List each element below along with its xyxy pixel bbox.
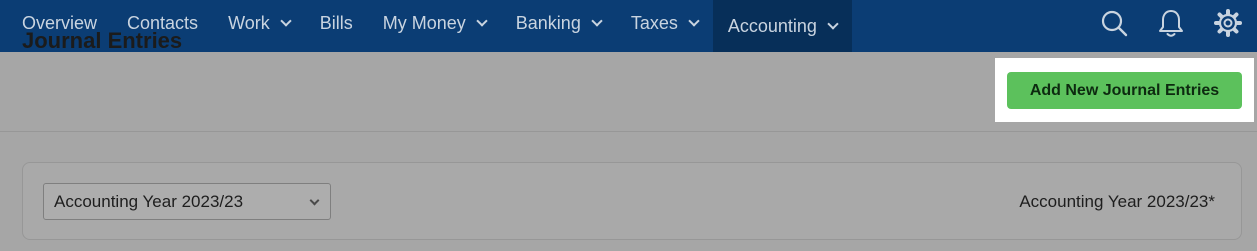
accounting-year-label: Accounting Year 2023/23*: [1019, 192, 1215, 211]
top-navigation: Overview Contacts Work Bills My Money Ba…: [0, 0, 1257, 52]
nav-accounting-label: Accounting: [727, 15, 817, 36]
add-journal-entries-button[interactable]: Add New Journal Entries: [1007, 72, 1242, 109]
nav-work[interactable]: Work: [213, 0, 305, 46]
nav-taxes-label: Taxes: [630, 12, 678, 33]
page-title: Journal Entries: [22, 28, 183, 53]
nav-bills-label: Bills: [319, 12, 353, 33]
filter-panel: Accounting Year 2023/23 Accounting Year …: [22, 162, 1242, 240]
chevron-down-icon: [476, 15, 488, 27]
nav-banking-label: Banking: [515, 12, 581, 33]
nav-banking[interactable]: Banking: [501, 0, 616, 46]
nav-accounting[interactable]: Accounting: [712, 0, 852, 52]
chevron-down-icon: [591, 15, 603, 27]
accounting-year-select[interactable]: Accounting Year 2023/23: [43, 183, 331, 220]
nav-my-money[interactable]: My Money: [368, 0, 501, 46]
nav-taxes[interactable]: Taxes: [616, 0, 713, 46]
nav-my-money-label: My Money: [382, 12, 466, 33]
accounting-year-select-value: Accounting Year 2023/23: [54, 191, 244, 211]
chevron-down-icon: [280, 15, 292, 27]
chevron-down-icon: [827, 18, 839, 30]
nav-bills[interactable]: Bills: [305, 0, 368, 46]
nav-work-label: Work: [228, 12, 270, 33]
nav-utility-icons: [1072, 0, 1257, 46]
bell-icon[interactable]: [1156, 8, 1186, 38]
chevron-down-icon: [309, 195, 320, 206]
search-icon[interactable]: [1099, 8, 1129, 38]
gear-icon[interactable]: [1213, 8, 1243, 38]
chevron-down-icon: [688, 15, 700, 27]
